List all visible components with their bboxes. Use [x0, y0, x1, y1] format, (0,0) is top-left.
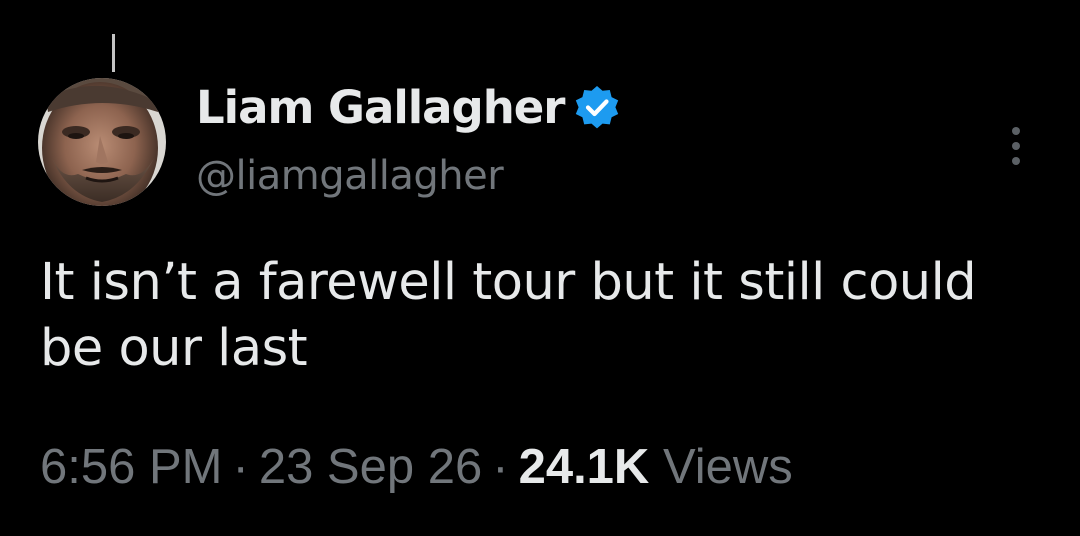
avatar[interactable] [38, 78, 166, 206]
tweet-date[interactable]: 23 Sep 26 [259, 440, 482, 494]
verified-badge-icon[interactable] [573, 84, 621, 132]
views-label[interactable]: Views [663, 440, 793, 494]
more-dot [1012, 142, 1020, 150]
name-row: Liam Gallagher [196, 78, 621, 138]
meta-separator: · [232, 440, 249, 494]
tweet-meta: 6:56 PM · 23 Sep 26 · 24.1K Views [40, 436, 793, 498]
tweet-time[interactable]: 6:56 PM [40, 440, 222, 494]
tweet-header: Liam Gallagher @liamgallagher [196, 78, 621, 204]
author-display-name[interactable]: Liam Gallagher [196, 78, 565, 138]
meta-separator: · [492, 440, 509, 494]
thread-connector-line [112, 34, 115, 72]
views-count[interactable]: 24.1K [519, 440, 650, 494]
tweet-text: It isn’t a farewell tour but it still co… [40, 253, 977, 378]
more-dot [1012, 127, 1020, 135]
more-dot [1012, 157, 1020, 165]
more-options-icon[interactable] [998, 116, 1034, 176]
author-handle[interactable]: @liamgallagher [196, 148, 621, 204]
